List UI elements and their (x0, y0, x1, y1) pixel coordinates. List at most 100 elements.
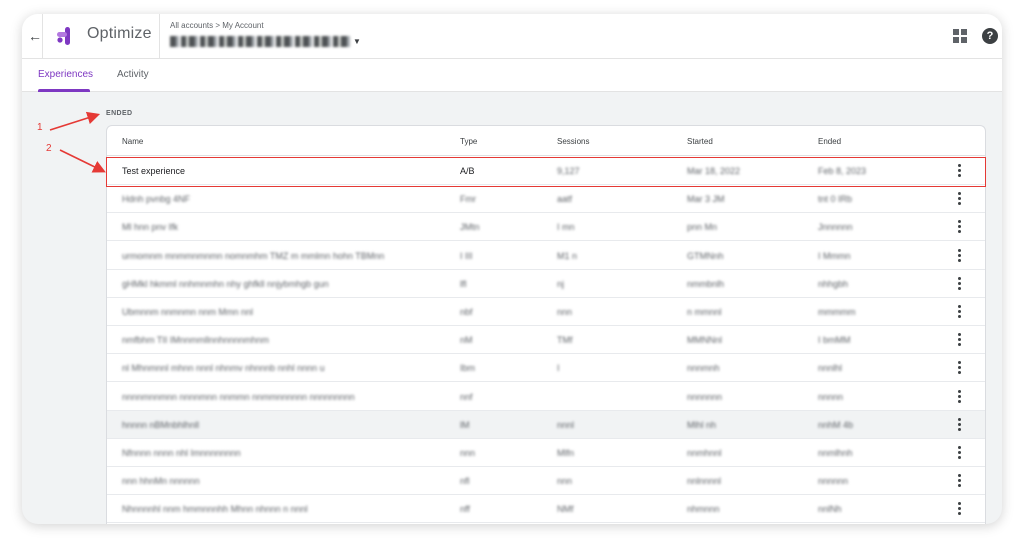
row-type: nM (460, 335, 473, 346)
row-type: JMtn (460, 222, 480, 233)
section-label-ended: ENDED (106, 110, 133, 117)
optimize-logo-icon (57, 27, 70, 45)
more-vert-icon[interactable] (955, 192, 963, 206)
row-ended: tnt 0 IRb (818, 194, 853, 205)
table-row[interactable]: hnnnn nBMnbhlhnll lM nnnl Mlhl nh nnhM 4b (107, 410, 985, 439)
tab-activity[interactable]: Activity (117, 69, 149, 80)
row-type: nff (460, 504, 470, 515)
row-ended: nnmlhnh (818, 448, 853, 458)
row-name[interactable]: gHMkl hkmml nnhmnmhn nhy ghfkll nnjybmhg… (122, 279, 329, 289)
more-vert-icon[interactable] (955, 361, 963, 375)
row-ended: nnlNh (818, 504, 842, 515)
account-selector[interactable]: ▼ (170, 33, 361, 49)
row-type: nnn (460, 448, 476, 458)
row-sessions: nnn (557, 476, 573, 487)
experiences-table: Name Type Sessions Started Ended Test ex… (106, 125, 986, 524)
row-sessions: TMf (557, 335, 573, 346)
row-sessions: NMf (557, 504, 574, 515)
row-type: A/B (460, 166, 475, 176)
row-type: Ibm (460, 363, 476, 374)
row-ended: Feb 8, 2023 (818, 166, 867, 176)
row-type: Fmr (460, 194, 476, 205)
annotation-number-2: 2 (46, 143, 52, 154)
row-started: nnlnnnnl (687, 476, 722, 487)
table-row[interactable]: Ml hnn pnv Ifk JMtn I mn pnn Mn Jnnnnnn (107, 213, 985, 242)
more-vert-icon[interactable] (955, 220, 963, 234)
row-sessions: I mn (557, 222, 575, 233)
row-sessions: nnn (557, 307, 573, 317)
row-name[interactable]: Ubmnnm nnmnmn nnm Mmn nnl (122, 307, 253, 317)
row-sessions: M1 n (557, 250, 578, 261)
table-row[interactable]: urmomnm mnmmnmnmn nomnmhm TMZ m mmlmn ho… (107, 242, 985, 270)
row-ended: nnhM 4b (818, 419, 854, 430)
row-sessions: nnnl (557, 419, 575, 430)
row-name[interactable]: Nfnnnn nnnn nhl Imnnnnnnnn (122, 448, 241, 458)
row-name[interactable]: Ml hnn pnv Ifk (122, 222, 178, 232)
table-row[interactable]: Test experience A/B 9,127 Mar 18, 2022 Feb 8… (107, 157, 985, 185)
column-header-ended[interactable]: Ended (818, 137, 841, 146)
app-window: ← Optimize All accounts > My Account ▼ ?… (22, 14, 1002, 524)
row-sessions: nj (557, 278, 565, 289)
more-vert-icon[interactable] (955, 276, 963, 291)
apps-grid-icon[interactable] (952, 28, 968, 44)
row-started: Mar 18, 2022 (687, 166, 741, 176)
row-type: nbf (460, 307, 473, 317)
row-name[interactable]: hnnnn nBMnbhlhnll (122, 420, 199, 430)
row-type: I III (460, 250, 473, 261)
table-row[interactable]: Nhnnnnhl nnm hmmnnnhh Mhnn nhnnn n nnnl n… (107, 495, 985, 524)
row-sessions: 9,127 (557, 166, 580, 176)
row-name[interactable]: nmfbhm TII IMnnmmllnnhnnnnmhnm (122, 335, 269, 345)
row-name[interactable]: Test experience (122, 166, 185, 176)
more-vert-icon[interactable] (955, 446, 963, 460)
row-started: Mar 3 JM (687, 194, 725, 205)
table-row[interactable]: nl Mhnmnnl mhnn nnnl nhnmv nhnnnb nnhl n… (107, 354, 985, 383)
row-name[interactable]: urmomnm mnmmnmnmn nomnmhm TMZ m mmlmn ho… (122, 251, 384, 261)
row-name[interactable]: Nhnnnnhl nnm hmmnnnhh Mhnn nhnnn n nnnl (122, 504, 308, 514)
row-name[interactable]: Hdnh pvnbg 4NF (122, 194, 190, 204)
table-row[interactable]: nmfbhm TII IMnnmmllnnhnnnnmhnm nM TMf MMNNn… (107, 326, 985, 355)
more-vert-icon[interactable] (955, 474, 963, 488)
annotation-number-1: 1 (37, 122, 43, 133)
row-started: nnnmnh (687, 363, 720, 374)
column-header-started[interactable]: Started (687, 137, 713, 146)
row-ended: nhhgbh (818, 278, 849, 289)
more-vert-icon[interactable] (955, 164, 963, 178)
divider (159, 14, 160, 59)
table-row[interactable]: Nfnnnn nnnn nhl Imnnnnnnnn nnn Mlfn nnmhnnl… (107, 439, 985, 467)
row-started: GTMNnh (687, 250, 724, 261)
column-header-sessions[interactable]: Sessions (557, 137, 589, 146)
more-vert-icon[interactable] (955, 389, 963, 404)
row-ended: I Mmmn (818, 250, 851, 261)
more-vert-icon[interactable] (955, 502, 963, 516)
row-name[interactable]: nnnnmnnmnn nnnnmnn nnmmn nnmmnnnnnn nnnn… (122, 392, 355, 402)
table-row[interactable]: Ubmnnm nnmnmn nnm Mmn nnl nbf nnn n mmnnl mm… (107, 298, 985, 326)
more-vert-icon[interactable] (955, 333, 963, 347)
row-type: lM (460, 419, 470, 430)
row-ended: nnnnnn (818, 476, 849, 487)
caret-down-icon: ▼ (353, 36, 361, 46)
row-ended: Jnnnnnn (818, 222, 853, 233)
table-row[interactable]: nnnnmnnmnn nnnnmnn nnmmn nnmmnnnnnn nnnn… (107, 383, 985, 411)
table-row[interactable]: gHMkl hkmml nnhmnmhn nhy ghfkll nnjybmhg… (107, 270, 985, 298)
row-name[interactable]: nnn hhnMn nnnnnn (122, 476, 200, 486)
row-type: lfl (460, 278, 467, 289)
divider (42, 14, 43, 59)
column-header-name[interactable]: Name (122, 137, 143, 146)
row-sessions: I (557, 363, 560, 374)
row-sessions: Mlfn (557, 448, 575, 458)
row-name[interactable]: nl Mhnmnnl mhnn nnnl nhnmv nhnnnb nnhl n… (122, 363, 325, 373)
more-vert-icon[interactable] (955, 417, 963, 432)
breadcrumb[interactable]: All accounts > My Account (170, 21, 264, 30)
top-app-bar: ← Optimize All accounts > My Account ▼ ? (22, 14, 1002, 59)
tab-experiences[interactable]: Experiences (38, 69, 93, 80)
row-ended: I bmMM (818, 335, 851, 346)
table-row[interactable]: nnn hhnMn nnnnnn nfl nnn nnlnnnnl nnnnnn (107, 467, 985, 496)
help-icon[interactable]: ? (982, 28, 998, 44)
column-header-type[interactable]: Type (460, 137, 477, 146)
more-vert-icon[interactable] (955, 248, 963, 263)
more-vert-icon[interactable] (955, 305, 963, 319)
table-row[interactable]: Hdnh pvnbg 4NF Fmr aatf Mar 3 JM tnt 0 IRb (107, 185, 985, 214)
tab-bar: Experiences Activity (22, 59, 1002, 92)
row-started: nnmhnnl (687, 448, 722, 458)
row-type: nnf (460, 391, 473, 402)
